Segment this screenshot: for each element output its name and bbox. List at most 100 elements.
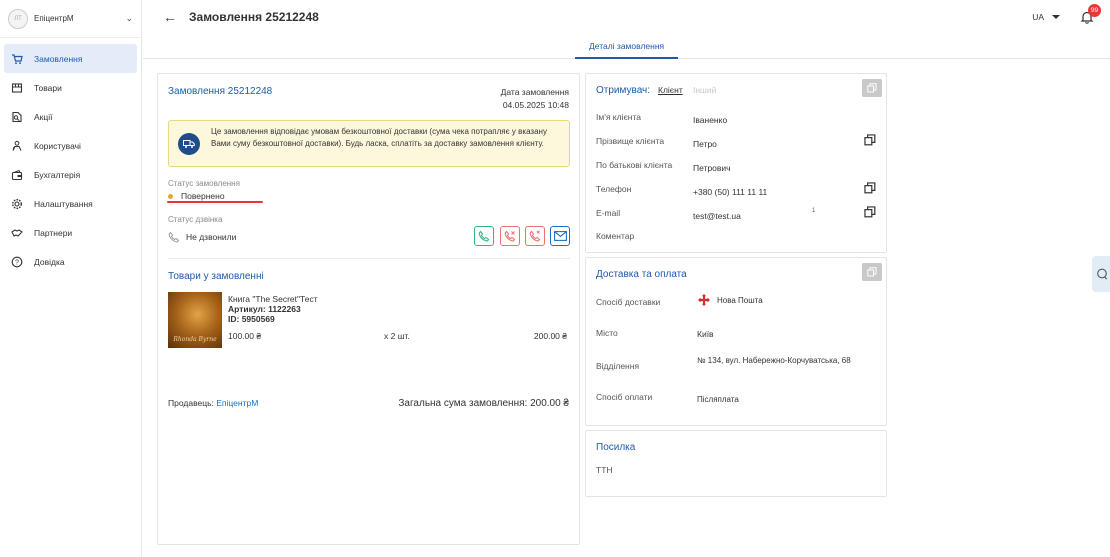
phone-icon [478, 230, 490, 242]
first-name-label: Ім'я клієнта [596, 112, 642, 122]
sidebar-item-users[interactable]: Користувачі [4, 131, 137, 160]
copy-icon[interactable] [864, 134, 876, 146]
call-declined-button[interactable] [525, 226, 545, 246]
sidebar-item-accounting[interactable]: Бухгалтерія [4, 160, 137, 189]
call-status-value: Не дзвонили [186, 232, 237, 242]
comment-label: Коментар [596, 231, 635, 241]
sidebar-item-label: Довідка [34, 256, 65, 267]
sidebar-item-partners[interactable]: Партнери [4, 218, 137, 247]
copy-recipient-button[interactable] [862, 79, 882, 97]
order-status[interactable]: Повернено [168, 191, 225, 201]
seller: Продавець: ЕпіцентрМ [168, 398, 258, 408]
copy-icon[interactable] [864, 206, 876, 218]
sidebar-item-orders[interactable]: Замовлення [4, 44, 137, 73]
notice-text: Це замовлення відповідає умовам безкошто… [211, 127, 547, 148]
sidebar-item-label: Товари [34, 82, 62, 93]
order-date: Дата замовлення 04.05.2025 10:48 [501, 86, 569, 112]
parcel-card: Посилка ТТН [585, 430, 887, 497]
email-count: 1 [812, 208, 816, 214]
users-icon [10, 139, 24, 153]
payment-method-label: Спосіб оплати [596, 392, 653, 402]
product-sum: 200.00 ₴ [533, 331, 567, 341]
tab-other[interactable]: Інший [693, 85, 716, 95]
shop-logo: ЛТ [8, 8, 28, 29]
sidebar-item-label: Бухгалтерія [34, 169, 81, 180]
phone-missed-icon [504, 230, 516, 242]
handshake-icon [10, 226, 24, 240]
phone-value: +380 (50) 111 11 11 [693, 187, 768, 197]
shop-switcher[interactable]: ЛТ ЕпіцентрМ ⌄ [0, 0, 141, 38]
delivery-method: Нова Пошта [697, 293, 763, 307]
box-icon [10, 81, 24, 95]
phone-x-icon [529, 230, 541, 242]
gear-icon [10, 197, 24, 211]
svg-text:?: ? [15, 259, 19, 266]
ttn-label: ТТН [596, 465, 613, 475]
delivery-method-value: Нова Пошта [717, 295, 763, 305]
language-select[interactable]: UA [1032, 12, 1060, 22]
sidebar-item-help[interactable]: ? Довідка [4, 247, 137, 276]
status-underline [167, 201, 263, 203]
sidebar-item-settings[interactable]: Налаштування [4, 189, 137, 218]
product-price: 100.00 ₴ [228, 331, 262, 341]
product-qty: x 2 шт. [384, 331, 410, 341]
header: ← Замовлення 25212248 UA 99 [143, 0, 1110, 34]
phone-off-icon [168, 231, 180, 243]
sidebar-nav: Замовлення Товари Акції Користувачі Бухг… [0, 38, 141, 276]
call-status-label: Статус дзвінка [168, 215, 223, 224]
city-label: Місто [596, 328, 618, 338]
sidebar-item-label: Налаштування [34, 198, 93, 209]
email-button[interactable] [550, 226, 570, 246]
first-name-value: Іваненко [693, 115, 728, 125]
page-title: Замовлення 25212248 [189, 10, 319, 24]
call-answered-button[interactable] [474, 226, 494, 246]
copy-delivery-button[interactable] [862, 263, 882, 281]
shop-name: ЕпіцентрМ [34, 14, 74, 23]
order-date-label: Дата замовлення [500, 87, 569, 97]
tab-order-details[interactable]: Деталі замовлення [575, 34, 679, 59]
email-label: E-mail [596, 208, 621, 218]
payment-method-value: Післяплата [697, 395, 739, 404]
sidebar-item-label: Акції [34, 111, 53, 122]
product-article: Артикул: 1122263 [228, 304, 301, 314]
chat-button[interactable] [1092, 256, 1110, 292]
status-dot [168, 193, 173, 199]
copy-icon [867, 267, 877, 277]
back-arrow-icon[interactable]: ← [163, 9, 177, 25]
product-name: Книга "The Secret"Тест [228, 294, 318, 304]
branch-label: Відділення [596, 361, 640, 371]
caret-down-icon [1052, 15, 1060, 19]
order-status-label: Статус замовлення [168, 179, 240, 188]
order-status-value: Повернено [181, 191, 225, 201]
sidebar-item-label: Партнери [34, 227, 73, 238]
order-title: Замовлення 25212248 [168, 86, 273, 97]
truck-icon [178, 133, 200, 155]
notification-badge: 99 [1088, 4, 1101, 17]
nova-poshta-icon [698, 294, 710, 306]
recipient-card: Отримувач: Клієнт Інший Ім'я клієнта Іва… [585, 73, 887, 253]
last-name-value: Петро [693, 139, 717, 149]
parcel-title: Посилка [596, 442, 636, 453]
language-value: UA [1032, 12, 1044, 22]
branch-value: № 134, вул. Набережно-Корчуватська, 68 [697, 356, 851, 365]
patronymic-value: Петрович [693, 163, 731, 173]
order-card: Замовлення 25212248 Дата замовлення 04.0… [157, 73, 580, 545]
chat-icon [1097, 268, 1108, 280]
product-info: Книга "The Secret"Тест Артикул: 1122263 … [228, 294, 318, 324]
recipient-label: Отримувач: [596, 85, 651, 96]
sidebar-item-promotions[interactable]: Акції [4, 102, 137, 131]
delivery-method-label: Спосіб доставки [596, 297, 661, 307]
call-missed-button[interactable] [500, 226, 520, 246]
order-date-value: 04.05.2025 10:48 [502, 100, 569, 110]
call-status: Не дзвонили [168, 231, 236, 243]
delivery-title: Доставка та оплата [596, 269, 687, 280]
copy-icon[interactable] [864, 182, 876, 194]
products-title: Товари у замовленні [168, 271, 264, 282]
order-total: Загальна сума замовлення: 200.00 ₴ [398, 398, 569, 409]
sidebar-item-label: Замовлення [34, 53, 83, 64]
product-image[interactable]: Rhonda Byrne [168, 292, 222, 348]
tab-client[interactable]: Клієнт [658, 85, 683, 95]
sidebar-item-products[interactable]: Товари [4, 73, 137, 102]
seller-link[interactable]: ЕпіцентрМ [216, 398, 258, 408]
email-value: test@test.ua [693, 211, 741, 221]
